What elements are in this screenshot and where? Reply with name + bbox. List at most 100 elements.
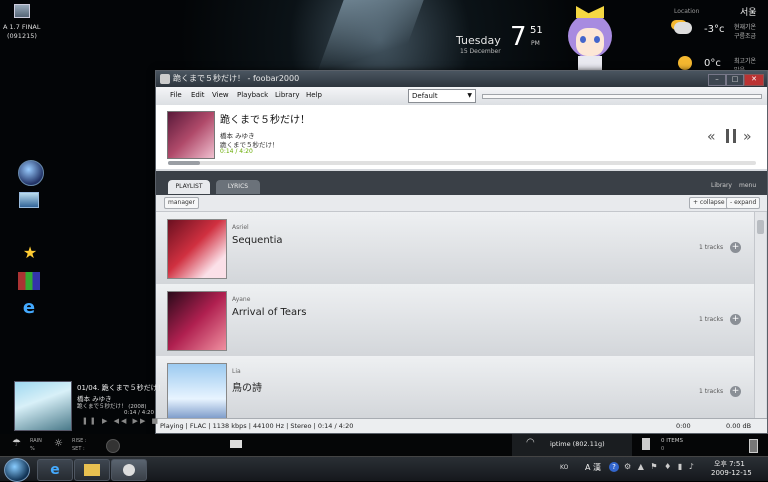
album-artist: Ayane	[232, 296, 251, 303]
taskbar-foobar[interactable]	[111, 459, 147, 481]
gadget-bar: ☂ RAIN % ☼ RISE : SET : ◠ iptime (802.11…	[0, 434, 768, 456]
weather-location-label: Location	[674, 8, 700, 15]
next-icon[interactable]: »	[743, 129, 752, 145]
menu-view[interactable]: View	[212, 91, 229, 99]
internet-explorer-icon: e	[50, 462, 60, 478]
taskbar-internet-explorer[interactable]: e	[37, 459, 73, 481]
window-title: 跪くまで５秒だけ！ - foobar2000	[173, 74, 300, 83]
desktop-icon-label: A 1.7 FINAL	[3, 23, 41, 31]
recycle-bin-count: 0 ITEMS	[661, 438, 683, 444]
sunrise-icon: ☼	[54, 438, 63, 449]
weather-cloud-sun-icon	[674, 22, 692, 34]
network-computer-icon[interactable]	[18, 190, 40, 210]
recycle-bin-size: 0	[661, 446, 665, 452]
collapse-button[interactable]: + collapse	[689, 197, 729, 209]
album-track-count: 1 tracks	[699, 388, 724, 395]
manager-button[interactable]: manager	[164, 197, 199, 209]
status-bar: Playing | FLAC | 1138 kbps | 44100 Hz | …	[156, 418, 767, 433]
pause-icon[interactable]	[726, 129, 736, 143]
windows-orb-icon[interactable]	[18, 160, 44, 186]
weather-city: 서울	[740, 8, 757, 18]
status-orb-icon	[106, 439, 120, 453]
album-artist: Asriel	[232, 224, 249, 231]
scrollbar-thumb[interactable]	[757, 220, 764, 234]
favorites-star-icon[interactable]: ★	[18, 240, 42, 264]
close-button[interactable]: ✕	[744, 74, 764, 86]
desktop-icon-program[interactable]	[8, 2, 36, 20]
album-title: 鳥の詩	[232, 383, 262, 394]
tab-lyrics[interactable]: LYRICS	[216, 180, 260, 194]
album-title: Sequentia	[232, 235, 283, 246]
previous-icon[interactable]: «	[707, 129, 716, 145]
weather-gadget: Location 서울 -3°c 현재기온 구름조금 0°c 최고기온 맑음	[668, 2, 768, 74]
tray-date[interactable]: 2009-12-15	[711, 469, 752, 477]
now-playing-time: 0:14 / 4:20	[220, 148, 253, 155]
volume-slider[interactable]	[482, 94, 762, 99]
window-titlebar[interactable]: 跪くまで５秒だけ！ - foobar2000 – □ ✕	[156, 71, 767, 87]
weather-current-desc: 구름조금	[734, 33, 757, 40]
album-cover	[167, 291, 227, 351]
mini-player-album: 跪くまで５秒だけ！ (2008)	[77, 404, 147, 410]
chevron-down-icon: ▼	[467, 92, 472, 99]
foobar-skull-icon	[123, 464, 135, 476]
preset-dropdown[interactable]: Default ▼	[408, 89, 476, 103]
maximize-button[interactable]: □	[726, 74, 744, 86]
menu-file[interactable]: File	[170, 91, 182, 99]
taskbar: e KO A 漢 ? ⚙ ▲ ⚑ ♦ ▮ ♪ 오후 7:51 2009-12-1…	[0, 456, 768, 482]
expand-button[interactable]: - expand	[726, 197, 761, 209]
menu-link[interactable]: menu	[739, 182, 756, 189]
mini-player-controls[interactable]: ❚❚ ▶ ◀◀ ▶▶ ■	[82, 417, 160, 425]
tray-icons[interactable]: ⚙ ▲ ⚑ ♦ ▮ ♪	[624, 462, 696, 471]
weather-temp-current: -3°c	[704, 24, 725, 35]
weather-current-label: 현재기온	[734, 24, 757, 31]
tray-time[interactable]: 오후 7:51	[714, 459, 745, 469]
help-icon[interactable]: ?	[609, 462, 619, 472]
taskbar-explorer[interactable]	[74, 459, 110, 481]
internet-explorer-icon[interactable]: e	[18, 296, 40, 318]
seek-bar[interactable]	[168, 161, 756, 165]
rain-value: %	[30, 446, 35, 452]
add-icon[interactable]: +	[730, 386, 741, 397]
album-title: Arrival of Tears	[232, 307, 307, 318]
tab-playlist[interactable]: PLAYLIST	[168, 180, 210, 194]
now-playing-cover	[167, 111, 215, 159]
menu-help[interactable]: Help	[306, 91, 322, 99]
album-cover	[167, 363, 227, 418]
menu-library[interactable]: Library	[275, 91, 299, 99]
album-row[interactable]: Ayane Arrival of Tears 1 tracks +	[156, 284, 754, 357]
tab-bar: PLAYLIST LYRICS Library menu	[156, 171, 767, 195]
winrar-icon[interactable]	[18, 272, 40, 290]
weather-forecast-label: 최고기온	[734, 58, 757, 65]
weather-temp-forecast: 0°c	[704, 58, 721, 69]
recycle-bin-icon[interactable]	[642, 438, 650, 450]
wallpaper-light	[316, 0, 424, 75]
clock-hour: 7	[510, 22, 527, 52]
mail-icon[interactable]	[230, 440, 242, 448]
menu-playback[interactable]: Playback	[237, 91, 268, 99]
language-indicator[interactable]: KO	[560, 464, 568, 471]
status-playback-time: 0:00	[676, 422, 691, 430]
clock-date: 15 December	[460, 48, 501, 55]
mini-player-cover[interactable]	[14, 381, 72, 431]
sunset-label: SET :	[72, 446, 85, 452]
add-icon[interactable]: +	[730, 242, 741, 253]
wifi-network-name: iptime (802.11g)	[550, 440, 605, 448]
album-track-count: 1 tracks	[699, 316, 724, 323]
computer-icon	[14, 4, 30, 18]
folder-icon	[84, 464, 100, 476]
minimize-button[interactable]: –	[708, 74, 726, 86]
playlist-scrollbar[interactable]	[754, 212, 766, 418]
now-playing-title: 跪くまで５秒だけ！	[220, 115, 310, 126]
foobar-window: 跪くまで５秒だけ！ - foobar2000 – □ ✕ File Edit V…	[155, 70, 768, 434]
menu-edit[interactable]: Edit	[191, 91, 205, 99]
ime-indicator[interactable]: A 漢	[585, 462, 601, 473]
preset-value: Default	[412, 92, 438, 100]
start-button[interactable]	[4, 458, 30, 482]
album-row[interactable]: Lia 鳥の詩 1 tracks +	[156, 356, 754, 419]
clock-minute: 51	[530, 25, 543, 36]
add-icon[interactable]: +	[730, 314, 741, 325]
clock-ampm: PM	[531, 40, 540, 47]
mini-player-track: 01/04. 跪くまで５秒だけ！	[77, 384, 165, 392]
library-link[interactable]: Library	[711, 182, 732, 189]
album-row[interactable]: Asriel Sequentia 1 tracks +	[156, 212, 754, 285]
